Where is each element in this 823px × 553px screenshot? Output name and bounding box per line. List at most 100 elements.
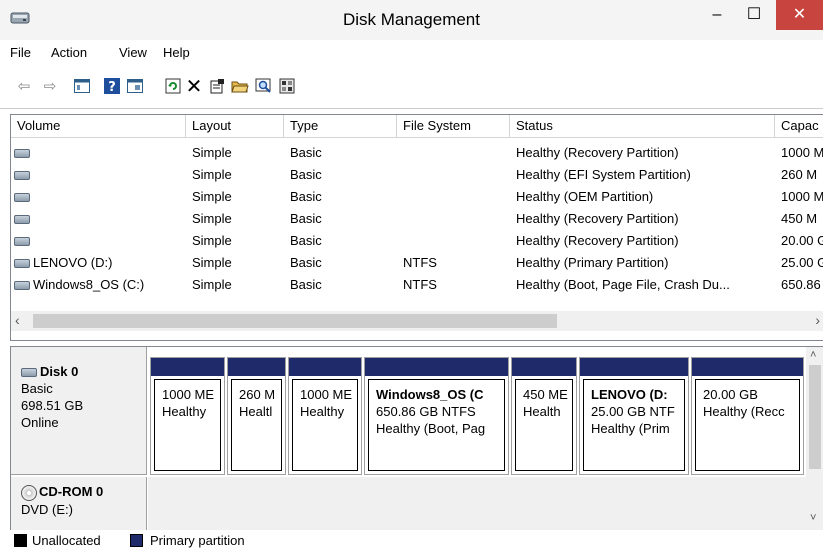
volume-icon	[14, 193, 30, 203]
horizontal-scroll-thumb[interactable]	[33, 314, 557, 328]
table-row[interactable]: Windows8_OS (C:) Simple Basic NTFS Healt…	[11, 274, 823, 296]
partition-block[interactable]: 1000 ME Healthy	[288, 357, 362, 475]
status-cell: Healthy (Primary Partition)	[516, 255, 669, 270]
partition-status: Health	[523, 404, 561, 419]
partition-name: Windows8_OS (C	[376, 387, 484, 402]
column-header-layout[interactable]: Layout	[186, 115, 284, 137]
legend-primary-partition: Primary partition	[150, 533, 245, 548]
volume-list: Volume Layout Type File System Status Ca…	[10, 114, 823, 341]
partition-block[interactable]: 1000 ME Healthy	[150, 357, 225, 475]
type-cell: Basic	[290, 233, 322, 248]
column-header-capacity[interactable]: Capac	[775, 115, 823, 137]
search-icon[interactable]	[254, 76, 274, 96]
table-row[interactable]: Simple Basic Healthy (Recovery Partition…	[11, 208, 823, 230]
disk-graphical-view: Disk 0 Basic 698.51 GB Online 1000 ME He…	[10, 346, 823, 531]
column-header-status[interactable]: Status	[510, 115, 775, 137]
scroll-left-icon[interactable]: ‹	[15, 312, 20, 328]
forward-icon[interactable]: ⇨	[40, 76, 60, 96]
svg-text:?: ?	[108, 80, 116, 94]
menu-action[interactable]: Action	[51, 45, 87, 60]
layout-cell: Simple	[192, 167, 232, 182]
partition-block[interactable]: 450 ME Health	[511, 357, 577, 475]
status-cell: Healthy (Recovery Partition)	[516, 211, 679, 226]
volume-icon	[14, 259, 30, 269]
cdrom-0-label: CD-ROM 0	[21, 483, 146, 501]
delete-icon[interactable]: ✕	[184, 76, 204, 98]
volume-icon	[14, 237, 30, 247]
volume-name: LENOVO (D:)	[33, 255, 113, 270]
partition-block[interactable]: Windows8_OS (C 650.86 GB NTFS Healthy (B…	[364, 357, 509, 475]
fs-cell: NTFS	[403, 277, 437, 292]
column-header-file-system[interactable]: File System	[397, 115, 510, 137]
disk-icon	[21, 368, 37, 378]
legend-unallocated: Unallocated	[32, 533, 101, 548]
partition-details: 20.00 GB Healthy (Recc	[695, 379, 800, 471]
table-row[interactable]: Simple Basic Healthy (OEM Partition) 100…	[11, 186, 823, 208]
menu-help[interactable]: Help	[163, 45, 190, 60]
column-header-volume[interactable]: Volume	[11, 115, 186, 137]
disk-0-info[interactable]: Disk 0 Basic 698.51 GB Online	[11, 347, 147, 475]
partition-details: 1000 ME Healthy	[154, 379, 221, 471]
primary-partition-swatch	[130, 534, 143, 547]
partition-size: 1000 ME	[300, 387, 353, 402]
partition-size: 1000 ME	[162, 387, 215, 402]
layout-cell: Simple	[192, 189, 232, 204]
menu-view[interactable]: View	[119, 45, 147, 60]
type-cell: Basic	[290, 145, 322, 160]
status-cell: Healthy (Recovery Partition)	[516, 233, 679, 248]
table-row[interactable]: Simple Basic Healthy (Recovery Partition…	[11, 230, 823, 252]
volume-icon	[14, 281, 30, 291]
cdrom-0-name: CD-ROM 0	[39, 484, 104, 499]
partition-status: Healtl	[239, 404, 273, 419]
menu-bar: File Action View Help	[0, 40, 823, 66]
cdrom-0-info[interactable]: CD-ROM 0 DVD (E:)	[11, 477, 147, 530]
vertical-scrollbar[interactable]: ˄ ˅	[806, 347, 823, 530]
volume-icon	[14, 171, 30, 181]
table-row[interactable]: Simple Basic Healthy (EFI System Partiti…	[11, 164, 823, 186]
capacity-cell: 650.86	[781, 277, 821, 292]
disk-0-state: Online	[21, 415, 59, 430]
status-cell: Healthy (EFI System Partition)	[516, 167, 691, 182]
column-header-type[interactable]: Type	[284, 115, 397, 137]
partition-block[interactable]: 20.00 GB Healthy (Recc	[691, 357, 804, 475]
capacity-cell: 25.00 G	[781, 255, 823, 270]
volume-cell	[14, 186, 186, 208]
disk-0-kind: Basic	[21, 381, 53, 396]
settings-icon[interactable]	[277, 76, 297, 96]
table-row[interactable]: Simple Basic Healthy (Recovery Partition…	[11, 142, 823, 164]
table-row[interactable]: LENOVO (D:) Simple Basic NTFS Healthy (P…	[11, 252, 823, 274]
capacity-cell: 20.00 G	[781, 233, 823, 248]
vertical-scroll-thumb[interactable]	[809, 365, 821, 469]
scroll-up-icon[interactable]: ˄	[810, 349, 816, 361]
back-icon[interactable]: ⇦	[14, 76, 34, 96]
maximize-button[interactable]: ☐	[734, 0, 774, 30]
properties-icon[interactable]	[207, 76, 227, 96]
partition-status: Healthy	[162, 404, 207, 419]
partition-status: Healthy	[300, 404, 345, 419]
cdrom-0-area[interactable]	[148, 477, 823, 530]
legend: Unallocated Primary partition	[0, 530, 823, 553]
capacity-cell: 1000 M	[781, 189, 823, 204]
partition-size: 450 ME	[523, 387, 568, 402]
open-icon[interactable]	[230, 76, 250, 96]
partition-status: Healthy (Boot, Pag	[376, 421, 486, 436]
refresh-icon[interactable]	[163, 76, 183, 96]
primary-partition-bar	[692, 358, 803, 376]
partition-size: 20.00 GB	[703, 387, 758, 402]
horizontal-scrollbar[interactable]: ‹ ›	[11, 311, 823, 331]
help-icon[interactable]: ?	[102, 76, 122, 96]
close-button[interactable]: ✕	[776, 0, 823, 30]
partition-details: 450 ME Health	[515, 379, 573, 471]
toolbar: ⇦ ⇨ ? ✕	[0, 66, 823, 109]
status-cell: Healthy (Recovery Partition)	[516, 145, 679, 160]
menu-file[interactable]: File	[10, 45, 31, 60]
partition-block[interactable]: LENOVO (D: 25.00 GB NTF Healthy (Prim	[579, 357, 689, 475]
partition-block[interactable]: 260 M Healtl	[227, 357, 286, 475]
scroll-down-icon[interactable]: ˅	[810, 512, 816, 524]
volume-name: Windows8_OS (C:)	[33, 277, 145, 292]
minimize-button[interactable]: –	[700, 0, 734, 30]
panel-icon[interactable]	[125, 76, 145, 96]
console-icon[interactable]	[72, 76, 92, 96]
primary-partition-bar	[228, 358, 285, 376]
scroll-right-icon[interactable]: ›	[815, 312, 820, 328]
